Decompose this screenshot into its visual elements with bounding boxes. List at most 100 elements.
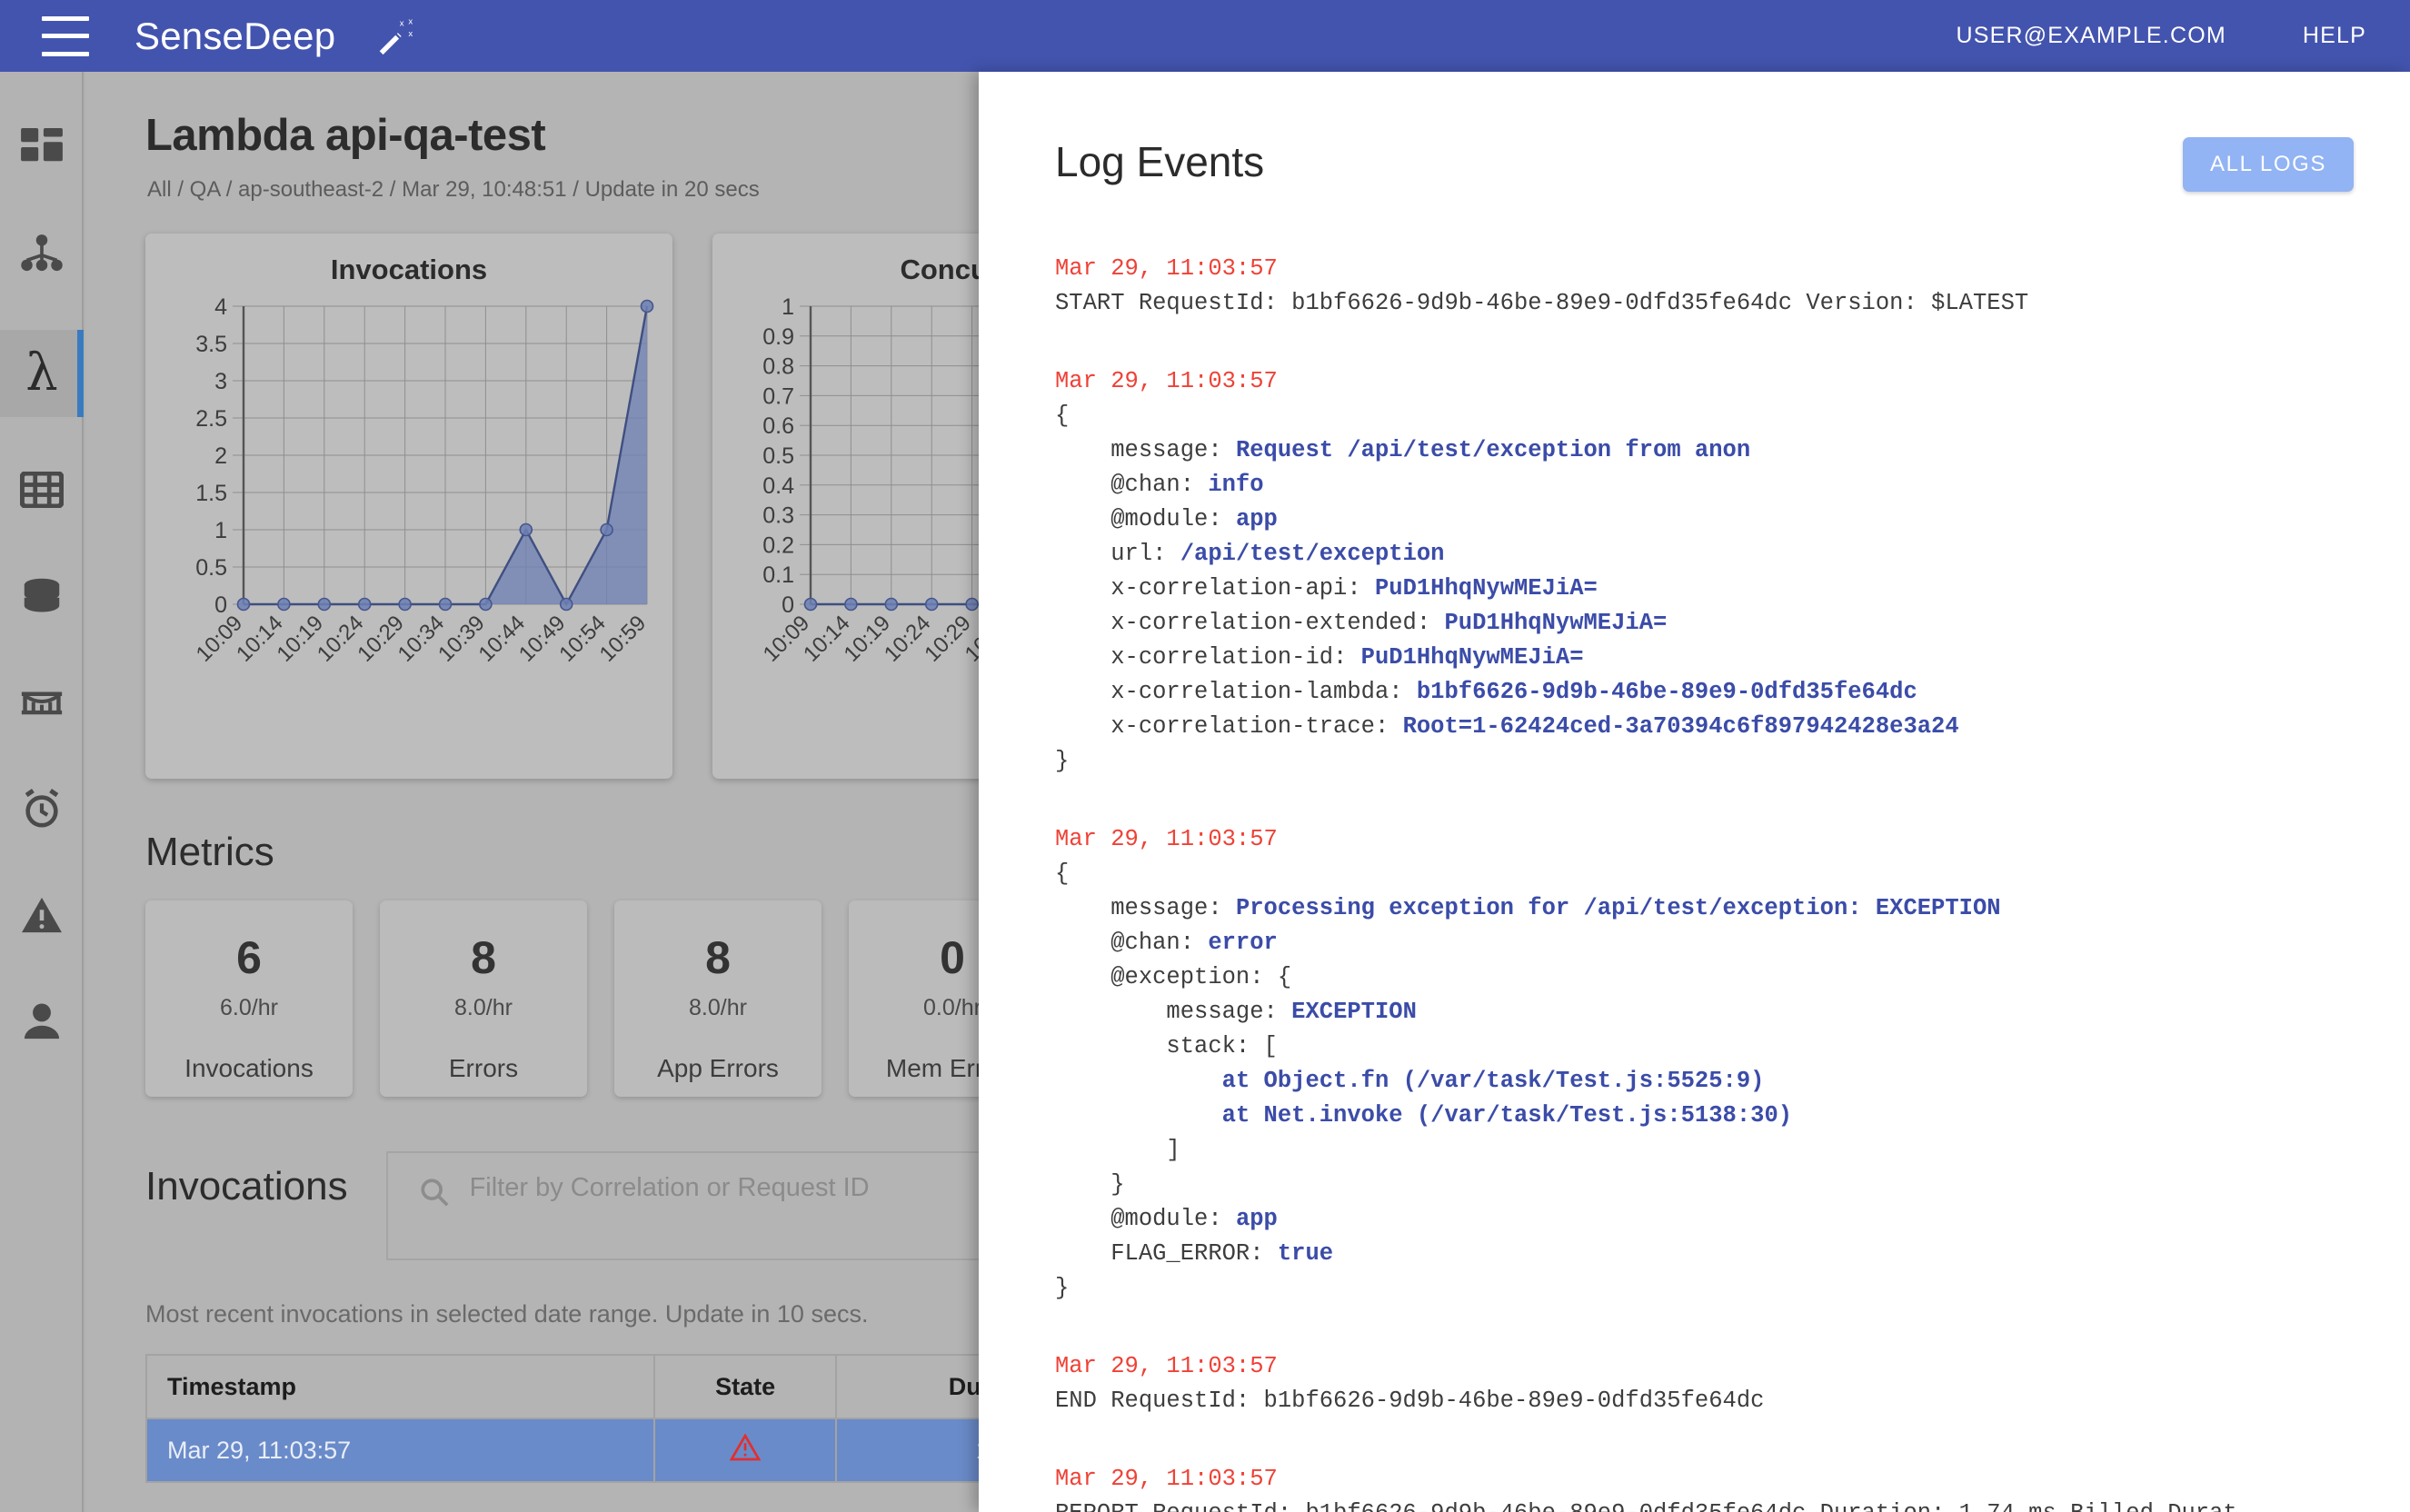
svg-text:10:59: 10:59 [595,611,652,667]
svg-text:10:29: 10:29 [353,611,409,667]
svg-text:3: 3 [214,369,227,394]
log-value: PuD1HhqNywMEJiA= [1444,610,1668,636]
log-line: START RequestId: b1bf6626-9d9b-46be-89e9… [1055,290,2029,316]
svg-text:0: 0 [782,592,794,618]
svg-text:0: 0 [214,592,227,618]
log-panel-title: Log Events [1055,138,1265,185]
lambda-icon: λ [25,343,58,403]
svg-text:10:14: 10:14 [799,611,855,667]
sidebar-item-bridge[interactable] [0,672,84,736]
svg-text:1: 1 [214,518,227,543]
alarm-clock-icon [21,788,63,834]
svg-text:0.7: 0.7 [762,383,794,409]
svg-text:10:34: 10:34 [393,611,450,667]
svg-text:1: 1 [782,294,794,320]
log-line: x-correlation-trace: Root=1-62424ced-3a7… [1055,713,1959,740]
all-logs-button[interactable]: ALL LOGS [2183,137,2354,192]
log-line: } [1055,1275,1070,1301]
column-state[interactable]: State [653,1354,838,1419]
log-value: app [1235,1206,1278,1232]
svg-text:x: x [400,18,404,28]
log-line: @chan: info [1055,472,1264,498]
svg-text:0.5: 0.5 [762,443,794,469]
metric-value: 8 [705,932,731,983]
metric-label: App Errors [657,1054,779,1082]
log-gap [1055,779,2374,799]
metric-value: 6 [236,932,262,983]
log-line: x-correlation-id: PuD1HhqNywMEJiA= [1055,644,1584,671]
svg-text:0.6: 0.6 [762,413,794,439]
app-header: SenseDeep x x x USER@EXAMPLE.COM HELP [0,0,2410,72]
sidebar-item-graph[interactable] [0,224,84,287]
log-value: PuD1HhqNywMEJiA= [1374,575,1598,602]
metric-rate: 0.0/hr [923,995,981,1020]
svg-text:10:24: 10:24 [880,611,936,667]
log-line: ] [1055,1137,1180,1163]
log-panel-header: Log Events ALL LOGS [979,72,2410,192]
svg-text:0.3: 0.3 [762,503,794,529]
bridge-icon [20,687,64,722]
svg-text:4: 4 [214,294,227,320]
log-line: at Object.fn (/var/task/Test.js:5525:9) [1055,1064,2374,1099]
metric-rate: 8.0/hr [454,995,513,1020]
log-line: REPORT RequestId: b1bf6626-9d9b-46be-89e… [1055,1497,2374,1512]
log-gap [1055,1306,2374,1326]
log-line: } [1055,748,1070,774]
log-value: at Net.invoke (/var/task/Test.js:5138:30… [1221,1102,1793,1129]
filter-input[interactable] [469,1173,1051,1203]
log-timestamp: Mar 29, 11:03:57 [1055,255,1278,282]
svg-text:2.5: 2.5 [195,406,227,432]
cell-state [653,1418,838,1483]
log-timestamp: Mar 29, 11:03:57 [1055,1353,1278,1379]
log-gap [1055,1418,2374,1438]
chart-title: Invocations [330,254,488,285]
svg-text:0.1: 0.1 [762,562,794,588]
sidebar-item-database[interactable] [0,566,84,630]
log-line: } [1055,1171,1125,1198]
log-line: message: Request /api/test/exception fro… [1055,437,1751,463]
sidebar-item-account[interactable] [0,991,84,1055]
svg-text:0.9: 0.9 [762,324,794,350]
log-value: EXCEPTION [1291,999,1417,1025]
chart-card-invocations: Invocations 0 0.5 1 1.5 2 2.5 3 3.5 4 10:09 10:14 1… [145,234,672,779]
svg-text:10:39: 10:39 [433,611,490,667]
sidebar-item-dashboard[interactable] [0,117,84,181]
metric-label: Errors [448,1054,519,1082]
sidebar-item-tables[interactable] [0,460,84,523]
sidebar-item-alarms[interactable] [0,779,84,842]
svg-text:0.8: 0.8 [762,354,794,380]
sidebar-item-lambda[interactable]: λ [0,330,84,417]
log-value: info [1208,472,1264,498]
log-value: app [1235,506,1278,532]
log-line: x-correlation-api: PuD1HhqNywMEJiA= [1055,575,1598,602]
svg-text:10:09: 10:09 [759,611,815,667]
metric-label: Invocations [184,1054,314,1082]
log-value: error [1208,930,1278,956]
svg-text:1.5: 1.5 [195,481,227,506]
svg-text:10:19: 10:19 [272,611,328,667]
metric-card[interactable]: 8 8.0/hr App Errors [614,900,822,1097]
svg-text:10:14: 10:14 [232,611,288,667]
column-timestamp[interactable]: Timestamp [144,1354,656,1419]
svg-text:x: x [409,29,413,39]
user-email-link[interactable]: USER@EXAMPLE.COM [1956,23,2226,49]
log-value: /api/test/exception [1180,541,1445,567]
help-link[interactable]: HELP [2303,23,2366,49]
log-timestamp: Mar 29, 11:03:57 [1055,368,1278,394]
chart-plot-invocations: 0 0.5 1 1.5 2 2.5 3 3.5 4 10:09 10:14 10:19 10:24 10:… [145,286,672,759]
svg-text:3.5: 3.5 [195,332,227,357]
log-line: stack: [ [1055,1033,1278,1059]
svg-text:10:54: 10:54 [554,611,611,667]
hamburger-icon[interactable] [42,15,89,56]
magic-wand-icon[interactable]: x x x [373,15,415,57]
log-value: b1bf6626-9d9b-46be-89e9-0dfd35fe64dc [1416,679,1917,705]
svg-text:10:24: 10:24 [313,611,369,667]
metric-card[interactable]: 6 6.0/hr Invocations [145,900,353,1097]
svg-text:2: 2 [214,443,227,469]
sidebar-item-alerts[interactable] [0,885,84,949]
log-events-panel: Log Events ALL LOGS Mar 29, 11:03:57 STAR… [979,72,2410,1512]
metric-card[interactable]: 8 8.0/hr Errors [380,900,587,1097]
svg-text:0.5: 0.5 [195,555,227,581]
svg-text:10:09: 10:09 [192,611,248,667]
log-line: message: Processing exception for /api/t… [1055,895,2001,921]
